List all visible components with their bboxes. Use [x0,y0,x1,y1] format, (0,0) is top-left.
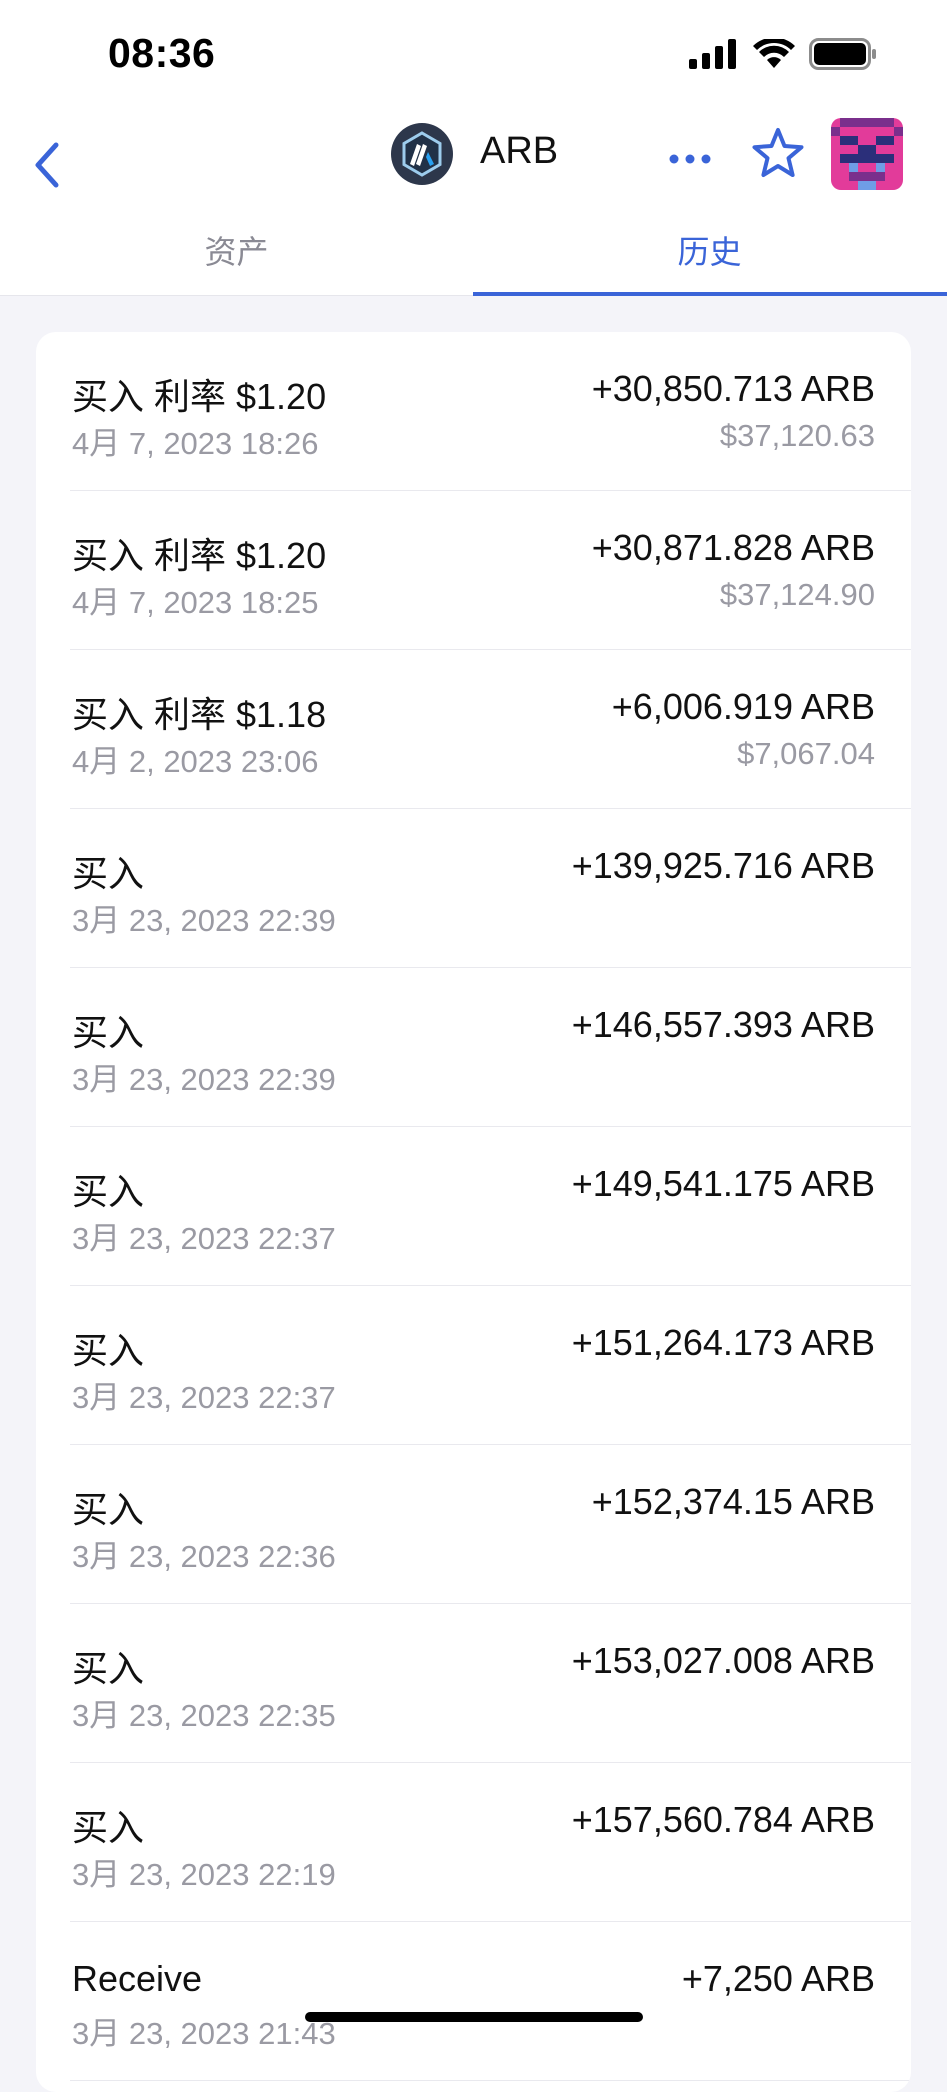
status-time: 08:36 [108,30,216,76]
transaction-title: 买入 [72,1171,145,1212]
transaction-list: 买入 利率 $1.20 4月 7, 2023 18:26 +30,850.713… [36,332,911,2092]
transaction-amount: +157,560.784 ARB [571,1799,875,1840]
transaction-date: 3月 23, 2023 21:43 [72,2016,336,2051]
transaction-date: 4月 7, 2023 18:25 [72,585,319,620]
status-icons [689,38,877,70]
star-outline-icon [752,128,804,177]
transaction-date: 4月 2, 2023 23:06 [72,744,319,779]
transaction-title: 买入 [72,1648,145,1689]
cellular-signal-icon [689,39,736,69]
transaction-title: 买入 [72,1330,145,1371]
transaction-row[interactable]: 买入 3月 23, 2023 22:19 +157,560.784 ARB [36,1763,911,1922]
transaction-title: 买入 [72,1012,145,1053]
transaction-usd-value: $37,120.63 [719,418,875,453]
transaction-row[interactable]: 买入 3月 23, 2023 22:39 +146,557.393 ARB [36,968,911,1127]
more-options-button[interactable] [665,134,715,184]
transaction-title: Receive [72,1958,203,1999]
tab-history[interactable]: 历史 [473,205,946,295]
tab-assets[interactable]: 资产 [0,205,473,295]
transaction-row[interactable]: 买入 3月 23, 2023 22:37 +149,541.175 ARB [36,1127,911,1286]
transaction-row[interactable]: 买入 利率 $1.20 4月 7, 2023 18:25 +30,871.828… [36,491,911,650]
transaction-date: 4月 7, 2023 18:26 [72,426,319,461]
transaction-date: 3月 23, 2023 22:36 [72,1539,336,1574]
status-bar: 08:36 [0,0,947,112]
transaction-amount: +152,374.15 ARB [591,1481,875,1522]
transaction-amount: +149,541.175 ARB [571,1163,875,1204]
back-button[interactable] [22,130,72,200]
transaction-title: 买入 利率 $1.20 [72,535,327,576]
transaction-usd-value: $37,124.90 [719,577,875,612]
transaction-amount: +153,027.008 ARB [571,1640,875,1681]
transaction-amount: +7,250 ARB [681,1958,875,1999]
transaction-amount: +30,850.713 ARB [591,368,875,409]
transaction-title: 买入 利率 $1.20 [72,376,327,417]
tab-bar: 资产 历史 [0,205,947,296]
transaction-date: 3月 23, 2023 22:37 [72,1380,336,1415]
transaction-row[interactable]: 买入 利率 $1.20 4月 7, 2023 18:26 +30,850.713… [36,332,911,491]
transaction-row[interactable]: 买入 3月 23, 2023 22:35 +153,027.008 ARB [36,1604,911,1763]
transaction-amount: +30,871.828 ARB [591,527,875,568]
transaction-title: 买入 [72,1489,145,1530]
battery-icon [809,38,876,70]
transaction-date: 3月 23, 2023 22:39 [72,903,336,938]
transaction-row[interactable]: 买入 利率 $1.18 4月 2, 2023 23:06 +6,006.919 … [36,650,911,809]
page-title: ARB [480,130,559,172]
wifi-icon [753,39,795,68]
account-avatar[interactable] [831,118,903,190]
transaction-title: 买入 利率 $1.18 [72,694,327,735]
transaction-amount: +6,006.919 ARB [611,686,875,727]
transaction-date: 3月 23, 2023 22:35 [72,1698,336,1733]
transaction-amount: +151,264.173 ARB [571,1322,875,1363]
transaction-usd-value: $7,067.04 [737,736,875,771]
transaction-row[interactable]: 买入 3月 23, 2023 22:36 +152,374.15 ARB [36,1445,911,1604]
chevron-left-icon [35,142,59,188]
transaction-amount: +139,925.716 ARB [571,845,875,886]
favorite-button[interactable] [748,124,808,184]
transaction-row[interactable]: 买入 3月 23, 2023 22:37 +151,264.173 ARB [36,1286,911,1445]
transaction-row[interactable]: Receive 3月 23, 2023 21:43 +7,250 ARB [36,1922,911,2081]
ellipsis-icon [669,154,711,164]
transaction-title: 买入 [72,1807,145,1848]
transaction-date: 3月 23, 2023 22:19 [72,1857,336,1892]
transaction-date: 3月 23, 2023 22:39 [72,1062,336,1097]
pixel-avatar-icon [831,118,903,190]
transaction-title: 买入 [72,853,145,894]
transaction-amount: +146,557.393 ARB [571,1004,875,1045]
transaction-row[interactable]: 买入 3月 23, 2023 22:39 +139,925.716 ARB [36,809,911,968]
arbitrum-logo-icon [391,123,453,185]
active-tab-indicator [473,292,947,296]
home-indicator[interactable] [305,2012,643,2022]
transaction-date: 3月 23, 2023 22:37 [72,1221,336,1256]
